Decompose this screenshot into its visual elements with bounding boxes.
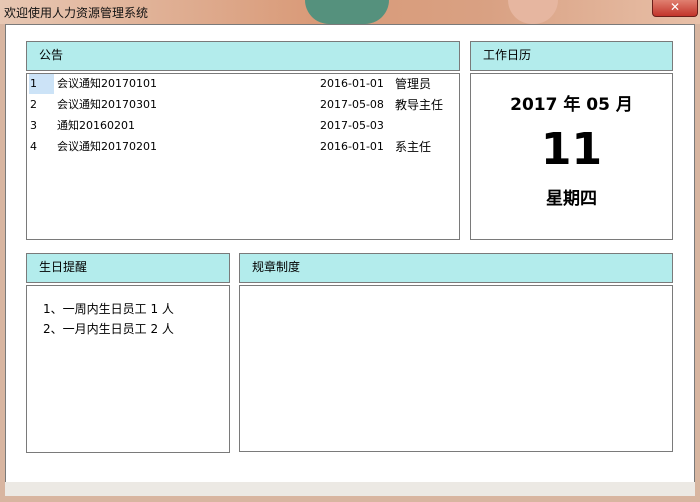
notice-row-number: 2: [30, 98, 37, 111]
notice-title: 会议通知20170301: [57, 98, 157, 111]
notice-header: 公告: [26, 41, 460, 71]
calendar-panel: 2017 年 05 月 11 星期四: [470, 73, 673, 240]
window-frame: [695, 24, 700, 502]
calendar-weekday: 星期四: [546, 189, 597, 209]
birthday-month-line[interactable]: 2、一月内生日员工 2 人: [43, 320, 174, 337]
notice-row-number: 4: [30, 140, 37, 153]
notice-date: 2016-01-01: [320, 77, 384, 90]
calendar-header: 工作日历: [470, 41, 673, 71]
window-title: 欢迎使用人力资源管理系统: [4, 6, 149, 20]
notice-publisher: 教导主任: [395, 98, 444, 112]
client-area: 公告 1 会议通知20170101 2016-01-01 管理员 2 会议通知2…: [5, 24, 695, 496]
notice-title: 会议通知20170201: [57, 140, 157, 153]
notice-date: 2017-05-08: [320, 98, 384, 111]
notice-publisher: 系主任: [395, 140, 432, 154]
notice-row-number: 1: [29, 74, 54, 94]
status-strip: [5, 482, 695, 496]
birthday-header: 生日提醒: [26, 253, 230, 283]
close-button[interactable]: ✕: [652, 0, 698, 17]
notice-title: 会议通知20170101: [57, 77, 157, 90]
rules-header-label: 规章制度: [252, 260, 301, 274]
notice-date: 2017-05-03: [320, 119, 384, 132]
notice-title: 通知20160201: [57, 119, 135, 132]
title-decoration: [305, 0, 389, 24]
rules-panel[interactable]: [239, 285, 673, 452]
notice-header-label: 公告: [39, 48, 64, 62]
notice-date: 2016-01-01: [320, 140, 384, 153]
notice-row[interactable]: 1 会议通知20170101 2016-01-01 管理员: [27, 74, 459, 94]
window-frame: [0, 496, 700, 502]
title-bar: 欢迎使用人力资源管理系统 ✕: [0, 0, 700, 24]
notice-row[interactable]: 2 会议通知20170301 2017-05-08 教导主任: [27, 95, 459, 115]
birthday-header-label: 生日提醒: [39, 260, 88, 274]
birthday-week-line[interactable]: 1、一周内生日员工 1 人: [43, 300, 174, 317]
notice-publisher: 管理员: [395, 77, 432, 91]
rules-header: 规章制度: [239, 253, 673, 283]
calendar-year-month: 2017 年 05 月: [510, 95, 633, 115]
calendar-day: 11: [540, 124, 603, 175]
calendar-header-label: 工作日历: [483, 48, 532, 62]
notice-row-number: 3: [30, 119, 37, 132]
birthday-panel: 1、一周内生日员工 1 人 2、一月内生日员工 2 人: [26, 285, 230, 453]
notice-list[interactable]: 1 会议通知20170101 2016-01-01 管理员 2 会议通知2017…: [26, 73, 460, 240]
notice-row[interactable]: 4 会议通知20170201 2016-01-01 系主任: [27, 137, 459, 157]
title-decoration: [508, 0, 558, 24]
notice-row[interactable]: 3 通知20160201 2017-05-03: [27, 116, 459, 136]
close-icon: ✕: [669, 0, 681, 14]
